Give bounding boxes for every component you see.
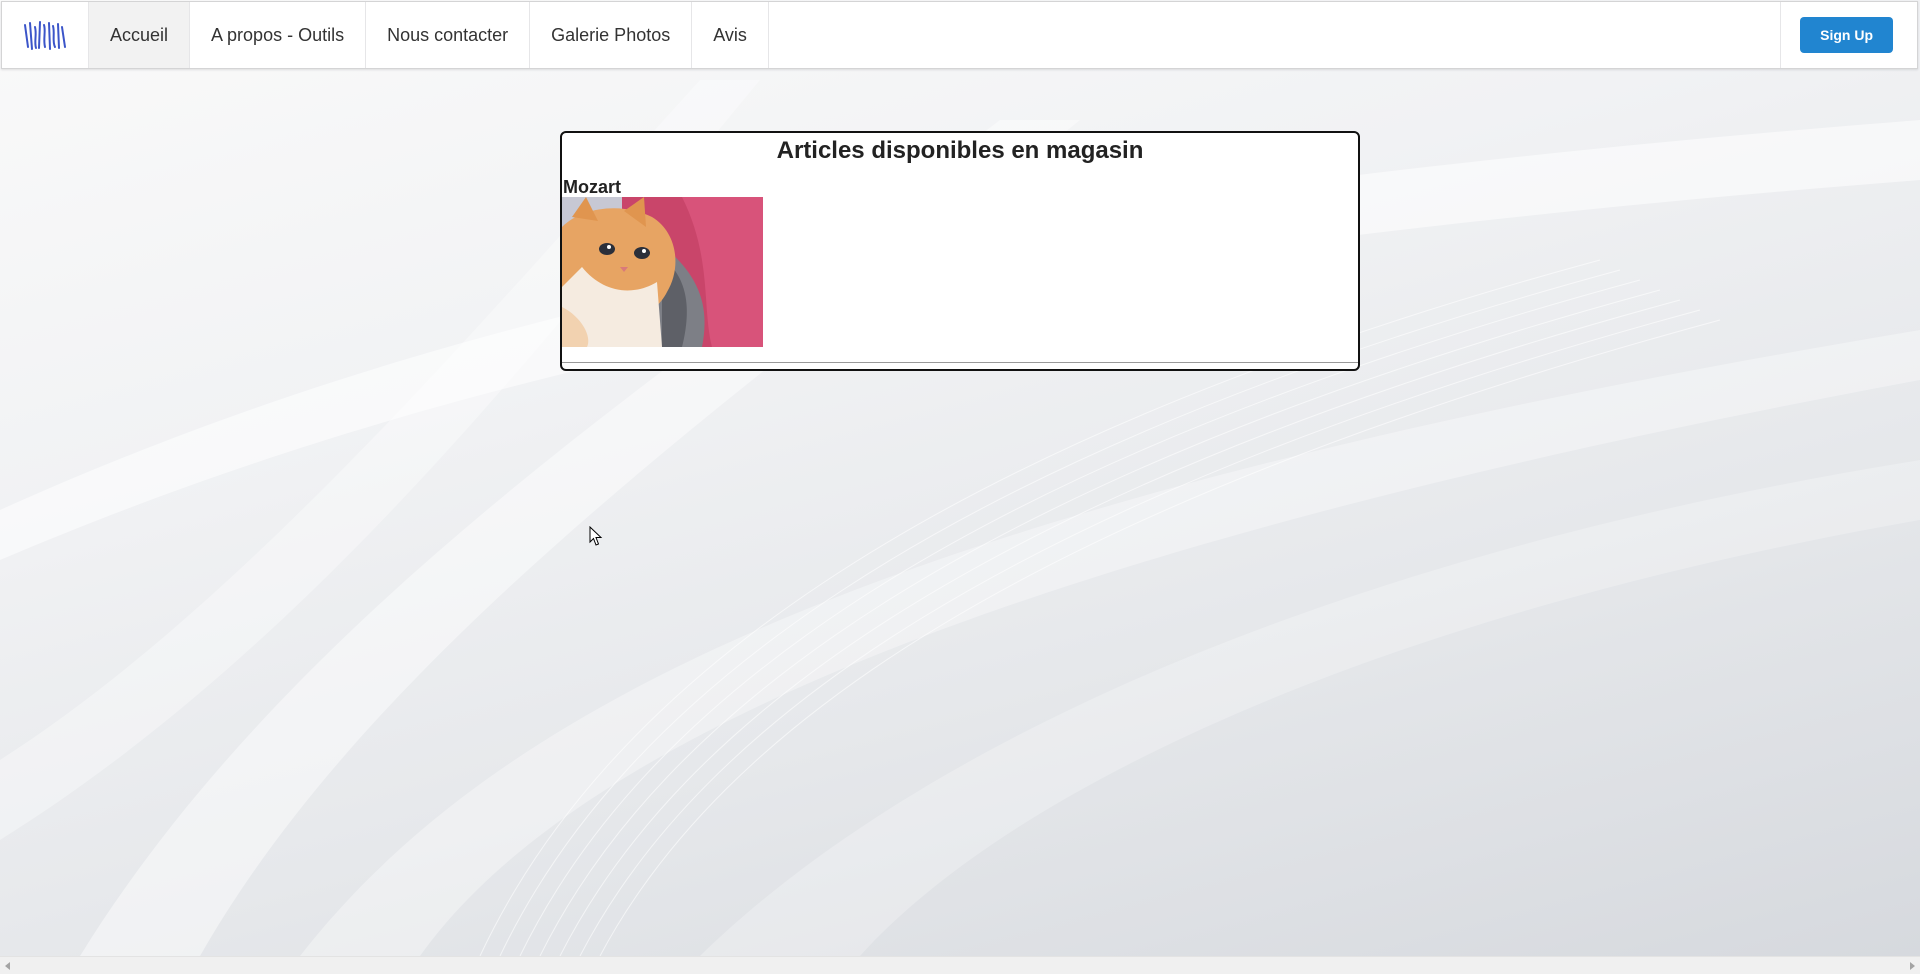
panel-divider bbox=[562, 362, 1358, 363]
menu-spacer bbox=[769, 2, 1780, 68]
scroll-right-icon[interactable] bbox=[1910, 962, 1915, 970]
site-logo-icon bbox=[24, 21, 66, 50]
kitten-photo[interactable] bbox=[562, 197, 763, 347]
nav-a-propos[interactable]: A propos - Outils bbox=[189, 2, 365, 68]
article-name: Mozart bbox=[563, 177, 621, 197]
scroll-left-icon[interactable] bbox=[5, 962, 10, 970]
panel-title: Articles disponibles en magasin bbox=[776, 137, 1144, 164]
menu-right: Sign Up bbox=[1780, 2, 1917, 68]
nav-nous-contacter[interactable]: Nous contacter bbox=[365, 2, 529, 68]
mouse-cursor-icon bbox=[589, 526, 603, 546]
top-menu: Accueil A propos - Outils Nous contacter… bbox=[1, 1, 1918, 69]
horizontal-scrollbar[interactable] bbox=[0, 956, 1920, 974]
nav-accueil[interactable]: Accueil bbox=[88, 2, 190, 68]
nav-avis[interactable]: Avis bbox=[691, 2, 769, 68]
logo-link[interactable] bbox=[2, 2, 88, 68]
nav-galerie-photos[interactable]: Galerie Photos bbox=[529, 2, 691, 68]
articles-panel: Articles disponibles en magasin Mozart bbox=[560, 131, 1360, 371]
sign-up-button[interactable]: Sign Up bbox=[1800, 17, 1893, 53]
